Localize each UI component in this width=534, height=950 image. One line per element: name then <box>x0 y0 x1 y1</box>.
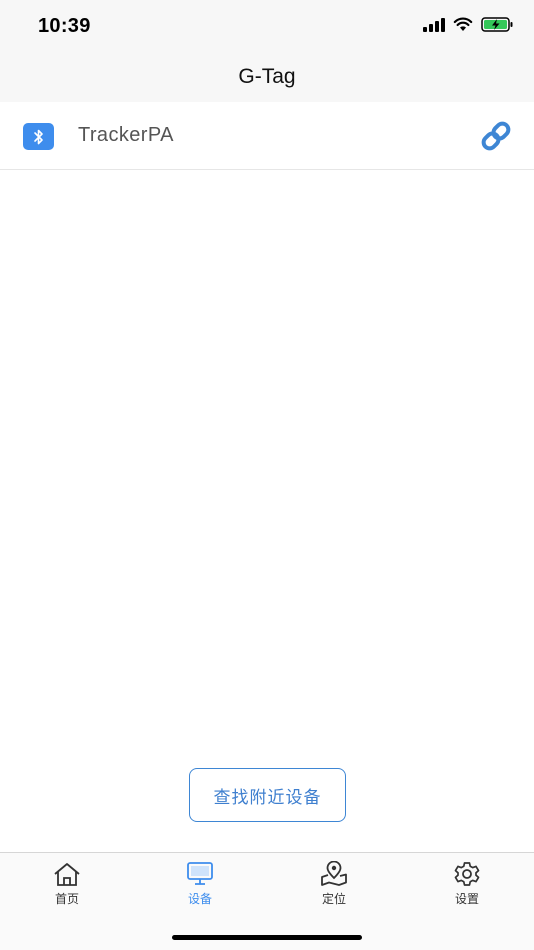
tab-home[interactable]: 首页 <box>27 861 107 909</box>
monitor-icon <box>187 862 213 885</box>
tab-label: 设备 <box>187 892 212 906</box>
home-indicator <box>172 935 362 940</box>
status-time: 10:39 <box>38 15 91 37</box>
wifi-icon <box>453 17 473 31</box>
status-icons <box>423 17 514 32</box>
battery-charging-icon <box>481 17 513 32</box>
gear-icon <box>454 862 480 886</box>
navigation-bar: G-Tag <box>0 54 534 102</box>
tab-devices[interactable]: 设备 <box>160 861 240 909</box>
cellular-signal-icon <box>423 17 445 32</box>
scan-nearby-devices-button[interactable]: 查找附近设备 <box>189 768 346 822</box>
tab-label: 设置 <box>454 892 479 906</box>
bluetooth-icon <box>23 123 54 150</box>
device-name: TrackerPA <box>78 124 174 146</box>
device-list-area <box>0 171 534 851</box>
map-pin-icon <box>321 861 347 886</box>
tab-settings[interactable]: 设置 <box>427 861 507 909</box>
tab-label: 首页 <box>54 892 79 906</box>
page-title: G-Tag <box>238 65 296 88</box>
link-icon[interactable] <box>478 118 514 154</box>
device-list-item[interactable]: TrackerPA <box>0 102 534 170</box>
home-icon <box>54 863 80 886</box>
tab-location[interactable]: 定位 <box>294 861 374 909</box>
tab-label: 定位 <box>321 892 346 906</box>
status-bar: 10:39 <box>0 0 534 54</box>
